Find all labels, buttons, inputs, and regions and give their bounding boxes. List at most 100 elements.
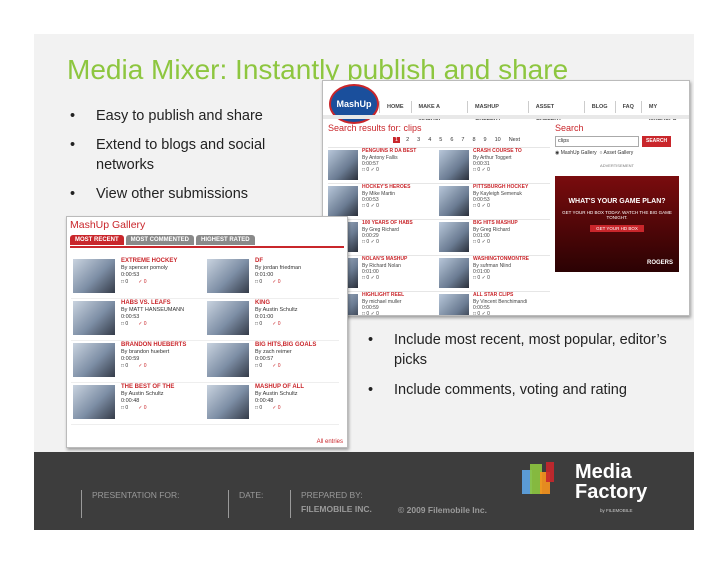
gallery-item[interactable]: DF By jordan friedman 0:01:00 □ 0 ✓ 0 <box>205 257 339 298</box>
search-input[interactable]: clips <box>555 136 639 147</box>
gallery-grid: EXTREME HOCKEY By spencer pomoly 0:00:53 □ … <box>71 257 339 425</box>
results-row: HOCKEY'S HEROES By Mike Martin 0:00:53 □ 0 … <box>328 183 550 219</box>
nav-mashup-gallery[interactable]: MASHUP GALLERY <box>467 101 528 122</box>
bullet-item: • Easy to publish and share <box>70 108 263 124</box>
search-button[interactable]: SEARCH <box>642 136 672 147</box>
page-link[interactable]: 10 <box>493 137 503 143</box>
video-thumbnail[interactable] <box>207 343 249 377</box>
result-item[interactable]: WASHINGTONMONTRE By sufrman Nlind 0:01:00 □… <box>439 256 550 291</box>
rogers-logo: ROGERS <box>646 260 673 266</box>
nav-blog[interactable]: BLOG <box>583 101 615 113</box>
nav-my-mashups[interactable]: MY MASHUPS <box>640 101 689 122</box>
prepared-by-field: PREPARED BY: FILEMOBILE INC. <box>290 490 372 518</box>
page-link[interactable]: 5 <box>437 137 444 143</box>
top-nav: HOME MAKE A MASHUP MASHUP GALLERY ASSET … <box>379 101 689 122</box>
search-sidebar: Search clips SEARCH ◉ MashUp Gallery ○ A… <box>555 123 683 272</box>
bullet-dot: • <box>70 137 76 153</box>
bullet-dot: • <box>70 186 76 202</box>
search-scope-options: ◉ MashUp Gallery ○ Asset Gallery <box>555 150 683 156</box>
media-factory-logo-icon <box>522 462 554 494</box>
page-link[interactable]: 6 <box>448 137 455 143</box>
video-thumbnail[interactable] <box>73 385 115 419</box>
advertisement-banner[interactable]: WHAT'S YOUR GAME PLAN? GET YOUR HD BOX T… <box>555 176 679 272</box>
video-thumbnail[interactable] <box>328 186 358 216</box>
video-thumbnail[interactable] <box>439 150 469 180</box>
video-thumbnail[interactable] <box>207 301 249 335</box>
nav-home[interactable]: HOME <box>379 101 411 113</box>
page-link[interactable]: 4 <box>426 137 433 143</box>
radio-mashup-gallery[interactable]: ◉ MashUp Gallery <box>555 150 597 156</box>
mashup-gallery-screenshot: MashUp Gallery MOST RECENT MOST COMMENTE… <box>66 216 348 448</box>
search-results-heading: Search results for: clips <box>328 123 422 133</box>
bullet-item: • Include most recent, most popular, edit… <box>368 332 667 368</box>
pagination: 1 2 3 4 5 6 7 8 9 10 Next <box>393 137 522 143</box>
result-item[interactable]: BIG HITS MASHUP By Greg Richard 0:01:00 □ 0… <box>439 220 550 255</box>
tab-underline <box>70 246 344 248</box>
video-thumbnail[interactable] <box>207 385 249 419</box>
video-thumbnail[interactable] <box>439 186 469 216</box>
page-link[interactable]: 8 <box>470 137 477 143</box>
video-thumbnail[interactable] <box>439 294 469 315</box>
gallery-row: THE BEST OF THE By Austin Schultz 0:00:48 □… <box>71 383 339 425</box>
result-item[interactable]: HOCKEY'S HEROES By Mike Martin 0:00:53 □ 0 … <box>328 184 439 219</box>
gallery-item[interactable]: BRANDON HUEBERTS By brandon huebert 0:00:5… <box>71 341 205 382</box>
gallery-item[interactable]: KING By Austin Schultz 0:01:00 □ 0 ✓ 0 <box>205 299 339 340</box>
ad-cta-button[interactable]: GET YOUR HD BOX <box>590 225 644 232</box>
results-row: HIGHLIGHT REEL By michael muller 0:00:59 □ … <box>328 291 550 315</box>
gallery-item[interactable]: MASHUP OF ALL By Austin Schultz 0:00:48 □ 0… <box>205 383 339 424</box>
page-link[interactable]: 9 <box>482 137 489 143</box>
gallery-item[interactable]: BIG HITS,BIG GOALS By zach reimer 0:00:57 □… <box>205 341 339 382</box>
gallery-item[interactable]: EXTREME HOCKEY By spencer pomoly 0:00:53 □ … <box>71 257 205 298</box>
bullet-item: • Extend to blogs and social networks <box>70 137 266 173</box>
media-factory-logo-text: Media Factory <box>575 461 648 503</box>
video-thumbnail[interactable] <box>73 301 115 335</box>
gallery-row: HABS VS. LEAFS By MATT HANSEUMANN 0:00:53 □… <box>71 299 339 341</box>
results-row: NOLAN'S MASHUP By Richard Nolan 0:01:00 □ 0… <box>328 255 550 291</box>
right-bullet-list: • Include most recent, most popular, edit… <box>364 330 694 410</box>
nav-divider <box>323 115 689 119</box>
gallery-row: EXTREME HOCKEY By spencer pomoly 0:00:53 □ … <box>71 257 339 299</box>
result-item[interactable]: CRASH COURSE TO By Arthur Toggert 0:00:31 □… <box>439 148 550 183</box>
video-thumbnail[interactable] <box>439 222 469 252</box>
video-thumbnail[interactable] <box>73 259 115 293</box>
search-results-screenshot: MashUp HOME MAKE A MASHUP MASHUP GALLERY… <box>322 80 690 316</box>
tab-most-recent[interactable]: MOST RECENT <box>70 235 124 245</box>
copyright-text: © 2009 Filemobile Inc. <box>398 505 487 515</box>
all-entries-link[interactable]: All entries <box>317 439 343 445</box>
gallery-row: BRANDON HUEBERTS By brandon huebert 0:00:5… <box>71 341 339 383</box>
result-item[interactable]: PITTSBURGH HOCKEY By Kayleigh Semenuk 0:00… <box>439 184 550 219</box>
nav-faq[interactable]: FAQ <box>614 101 641 113</box>
page-link[interactable]: 7 <box>459 137 466 143</box>
result-item[interactable]: ALL STAR CLIPS By Vincent Benchimandi 0:00… <box>439 292 550 315</box>
gallery-item[interactable]: THE BEST OF THE By Austin Schultz 0:00:48 □… <box>71 383 205 424</box>
tab-highest-rated[interactable]: HIGHEST RATED <box>196 235 255 245</box>
bullet-dot: • <box>70 108 76 124</box>
video-thumbnail[interactable] <box>73 343 115 377</box>
result-item[interactable]: PENGUINS R DA BEST By Antony Fallis 0:00:5… <box>328 148 439 183</box>
ad-label: ADVERTISEMENT <box>600 163 634 168</box>
gallery-title: MashUp Gallery <box>70 219 146 231</box>
date-field: DATE: <box>228 490 263 518</box>
gallery-item[interactable]: HABS VS. LEAFS By MATT HANSEUMANN 0:00:53 □… <box>71 299 205 340</box>
filemobile-byline: by FILEMOBILE <box>600 508 633 513</box>
search-title: Search <box>555 123 584 133</box>
video-thumbnail[interactable] <box>207 259 249 293</box>
video-thumbnail[interactable] <box>328 150 358 180</box>
page-link[interactable]: 3 <box>415 137 422 143</box>
tab-most-commented[interactable]: MOST COMMENTED <box>125 235 195 245</box>
nav-asset-gallery[interactable]: ASSET GALLERY <box>527 101 584 122</box>
gallery-tabs: MOST RECENT MOST COMMENTED HIGHEST RATED <box>70 235 255 245</box>
slide: Media Mixer: Instantly publish and share… <box>34 34 694 530</box>
video-thumbnail[interactable] <box>439 258 469 288</box>
page-link[interactable]: 2 <box>404 137 411 143</box>
bullet-dot: • <box>368 382 374 398</box>
presentation-for-field: PRESENTATION FOR: <box>81 490 180 518</box>
results-row: PENGUINS R DA BEST By Antony Fallis 0:00:5… <box>328 147 550 183</box>
left-bullet-list: • Easy to publish and share • Extend to bl… <box>68 106 326 213</box>
next-page-link[interactable]: Next <box>507 137 522 143</box>
radio-asset-gallery[interactable]: ○ Asset Gallery <box>599 150 633 156</box>
page-link[interactable]: 1 <box>393 137 401 143</box>
bullet-dot: • <box>368 332 374 348</box>
nav-make-mashup[interactable]: MAKE A MASHUP <box>410 101 468 122</box>
bullet-item: • View other submissions <box>70 186 249 202</box>
